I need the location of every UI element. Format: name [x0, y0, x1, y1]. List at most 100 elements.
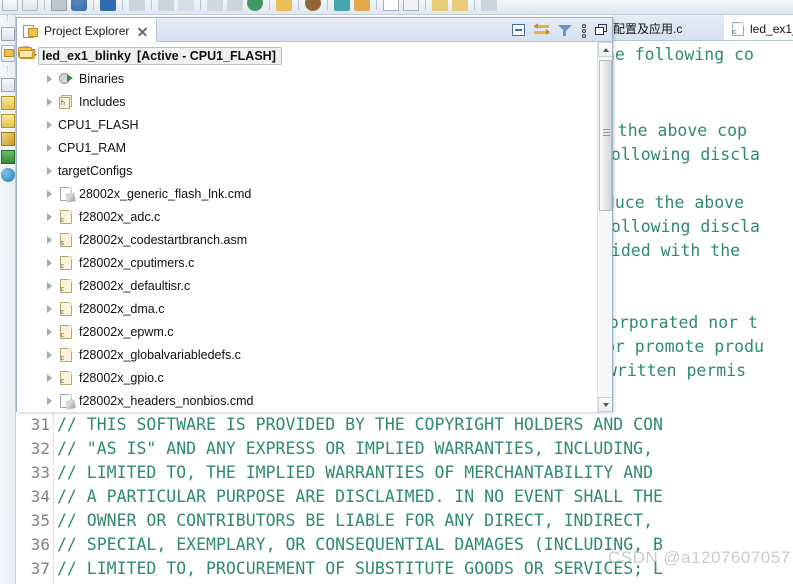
- fast-view-bar[interactable]: ⋮ ⋮: [0, 15, 16, 584]
- tab-project-explorer[interactable]: Project Explorer: [17, 18, 158, 42]
- tree-item-file[interactable]: c f28002x_defaultisr.c: [17, 274, 585, 297]
- save-icon[interactable]: [22, 0, 38, 11]
- project-explorer-scrollbar[interactable]: [597, 42, 612, 412]
- debug-icon[interactable]: [1, 150, 15, 164]
- tree-item-file[interactable]: c f28002x_cputimers.c: [17, 251, 585, 274]
- chevron-right-icon[interactable]: [45, 212, 55, 222]
- problems-icon[interactable]: [1, 96, 15, 110]
- forward-icon[interactable]: [481, 0, 497, 11]
- chevron-right-icon[interactable]: [45, 373, 55, 383]
- code-line: // LIMITED TO, THE IMPLIED WARRANTIES OF…: [57, 463, 654, 482]
- new-icon[interactable]: [2, 0, 18, 11]
- debug-icon[interactable]: [100, 0, 116, 11]
- console-icon[interactable]: [1, 114, 15, 128]
- tree-item-file[interactable]: c f28002x_dma.c: [17, 297, 585, 320]
- editor-tab-label: 配置及应用.c: [613, 21, 683, 36]
- scrollbar-grip: [603, 129, 610, 136]
- tree-item-label: f28002x_dma.c: [79, 301, 165, 316]
- tree-item-label: led_ex1_blinky [Active - CPU1_FLASH]: [38, 46, 282, 65]
- external-tools-icon[interactable]: [247, 0, 263, 11]
- project-explorer-view[interactable]: Project Explorer led_ex1_blinky [Active …: [16, 17, 613, 412]
- scroll-up-arrow-icon[interactable]: [598, 42, 612, 57]
- c-file-icon: c: [58, 324, 75, 340]
- print-icon[interactable]: [51, 0, 67, 11]
- redo-icon[interactable]: [158, 0, 174, 11]
- minimize-restore-icon[interactable]: [595, 22, 608, 38]
- tree-item-label: f28002x_gpio.c: [79, 370, 164, 385]
- line-number: 34: [30, 487, 50, 506]
- toolbar-separator: [200, 0, 201, 10]
- build-icon[interactable]: [71, 0, 87, 11]
- chevron-right-icon[interactable]: [45, 120, 55, 130]
- view-menu-icon[interactable]: [580, 22, 588, 38]
- chevron-right-icon[interactable]: [45, 166, 55, 176]
- search-icon[interactable]: [178, 0, 194, 11]
- tree-item-file[interactable]: 28002x_generic_flash_lnk.cmd: [17, 182, 585, 205]
- tree-item-cpu1-flash[interactable]: CPU1_FLASH: [17, 47, 585, 136]
- fastbar-drag-handle[interactable]: ⋮: [0, 15, 15, 23]
- profile-icon[interactable]: [354, 0, 370, 11]
- tree-item-binaries[interactable]: Binaries: [17, 67, 585, 90]
- project-explorer-tab-bar[interactable]: Project Explorer: [17, 18, 612, 42]
- chevron-right-icon[interactable]: [45, 97, 55, 107]
- chevron-right-icon[interactable]: [45, 258, 55, 268]
- tree-item-file[interactable]: c f28002x_epwm.c: [17, 320, 585, 343]
- chevron-right-icon[interactable]: [45, 143, 55, 153]
- open-resource-icon[interactable]: [207, 0, 223, 11]
- chevron-right-icon[interactable]: [45, 304, 55, 314]
- browser-icon[interactable]: [1, 168, 15, 182]
- undo-icon[interactable]: [129, 0, 145, 11]
- new-file-icon[interactable]: [383, 0, 399, 11]
- tree-item-target-configs[interactable]: targetConfigs: [17, 47, 585, 182]
- main-toolbar[interactable]: [0, 0, 793, 15]
- editor-tab-1[interactable]: c led_ex1_blin: [724, 15, 793, 40]
- toolbar-icon-group: [0, 0, 499, 14]
- restore-perspective-icon[interactable]: [1, 27, 15, 41]
- project-tree-container[interactable]: ccs led_ex1_blinky[Active - CPU1_FLASH] …: [17, 42, 612, 412]
- close-icon[interactable]: [137, 26, 148, 37]
- tree-item-file[interactable]: c f28002x_adc.c: [17, 205, 585, 228]
- toolbar-separator: [269, 0, 270, 10]
- tree-item-file[interactable]: c f28002x_globalvariabledefs.c: [17, 343, 585, 366]
- tree-item-file[interactable]: c f28002x_gpio.c: [17, 366, 585, 389]
- code-line: // OWNER OR CONTRIBUTORS BE LIABLE FOR A…: [57, 511, 654, 530]
- properties-icon[interactable]: [403, 0, 419, 11]
- tree-item-label: 28002x_generic_flash_lnk.cmd: [79, 186, 252, 201]
- editor-code-right[interactable]: the following co in the above cop follow…: [613, 41, 793, 412]
- tree-item-project[interactable]: ccs led_ex1_blinky[Active - CPU1_FLASH]: [17, 44, 585, 67]
- scroll-down-arrow-icon[interactable]: [598, 397, 612, 412]
- editor-tab-0[interactable]: 配置及应用.c: [613, 15, 690, 40]
- bookmark-icon[interactable]: [227, 0, 243, 11]
- editor-tab-bar[interactable]: 配置及应用.c c led_ex1_blin: [613, 15, 793, 41]
- next-annotation-icon[interactable]: [432, 0, 448, 11]
- project-explorer-icon: [23, 24, 39, 39]
- scrollbar-thumb[interactable]: [599, 60, 612, 211]
- chevron-right-icon[interactable]: [45, 189, 55, 199]
- chevron-right-icon[interactable]: [45, 350, 55, 360]
- project-explorer-icon[interactable]: [1, 45, 15, 62]
- link-with-editor-icon[interactable]: [534, 22, 550, 38]
- chevron-right-icon[interactable]: [45, 74, 55, 84]
- chevron-right-icon[interactable]: [45, 281, 55, 291]
- tree-item-cpu1-ram[interactable]: CPU1_RAM: [17, 47, 585, 159]
- advice-icon[interactable]: [1, 132, 15, 146]
- project-tree[interactable]: ccs led_ex1_blinky[Active - CPU1_FLASH] …: [17, 44, 585, 412]
- terminal-icon[interactable]: [334, 0, 350, 11]
- tree-item-file[interactable]: f28002x_headers_nonbios.cmd: [17, 389, 585, 412]
- chevron-right-icon[interactable]: [45, 327, 55, 337]
- watermark: CSDN @a1207607057: [608, 548, 791, 567]
- run-icon[interactable]: [305, 0, 321, 11]
- tree-item-includes[interactable]: h Includes: [17, 90, 585, 113]
- previous-annotation-icon[interactable]: [452, 0, 468, 11]
- open-folder-icon[interactable]: [276, 0, 292, 11]
- collapse-all-icon[interactable]: [511, 22, 527, 38]
- filter-icon[interactable]: [557, 22, 573, 38]
- chevron-right-icon[interactable]: [45, 396, 55, 406]
- tree-item-file[interactable]: s f28002x_codestartbranch.asm: [17, 228, 585, 251]
- outline-icon[interactable]: [1, 78, 15, 92]
- view-toolbar[interactable]: [511, 18, 608, 42]
- chevron-right-icon[interactable]: [45, 235, 55, 245]
- c-file-icon: c: [58, 301, 75, 317]
- line-number: 33: [30, 463, 50, 482]
- toolbar-separator: [122, 0, 123, 10]
